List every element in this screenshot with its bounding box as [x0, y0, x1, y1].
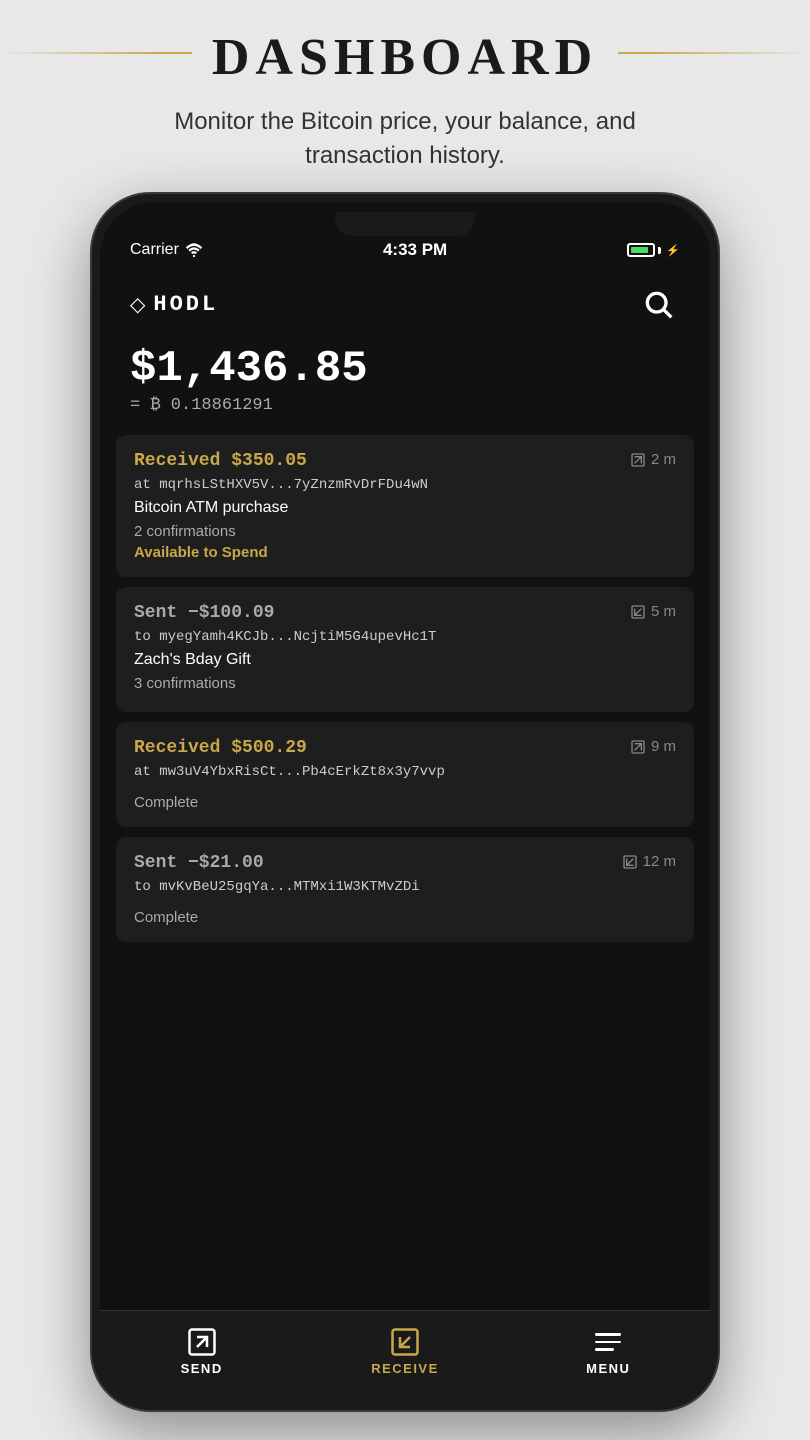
status-bar: Carrier 4:33 PM ⚡ [100, 236, 710, 268]
transaction-item-3[interactable]: Received $500.29 9 m at mw3uV4YbxRisCt..… [116, 722, 694, 827]
tx-time-label-1: 2 m [651, 451, 676, 468]
status-time: 4:33 PM [383, 240, 447, 260]
phone-screen: Carrier 4:33 PM ⚡ [100, 202, 710, 1402]
tx-time-4: 12 m [622, 853, 676, 870]
tx-row-top-4: Sent −$21.00 12 m [134, 853, 676, 873]
transaction-item-1[interactable]: Received $350.05 2 m at mqrhsLStHXV5V...… [116, 435, 694, 577]
tx-icon-2 [630, 604, 646, 620]
tx-confirmations-1: 2 confirmations [134, 523, 676, 540]
tx-time-2: 5 m [630, 603, 676, 620]
receive-nav-icon [390, 1327, 420, 1357]
hamburger-icon [595, 1333, 621, 1351]
page-title: DASHBOARD [192, 28, 618, 87]
tx-row-top-2: Sent −$100.09 5 m [134, 603, 676, 623]
tx-time-3: 9 m [630, 738, 676, 755]
nav-receive[interactable]: RECEIVE [303, 1321, 506, 1382]
tx-amount-2: Sent −$100.09 [134, 603, 274, 623]
bottom-nav: SEND RECEIVE [100, 1310, 710, 1402]
tx-address-1: at mqrhsLStHXV5V...7yZnzmRvDrFDu4wN [134, 477, 676, 493]
tx-row-top-3: Received $500.29 9 m [134, 738, 676, 758]
app-header: ◇ HODL [100, 268, 710, 336]
tx-label-1: Bitcoin ATM purchase [134, 499, 676, 517]
send-icon [187, 1327, 217, 1357]
nav-menu[interactable]: MENU [507, 1321, 710, 1382]
page-subtitle: Monitor the Bitcoin price, your balance,… [125, 105, 685, 172]
tx-address-4: to mvKvBeU25gqYa...MTMxi1W3KTMvZDi [134, 879, 676, 895]
notch-area [100, 202, 710, 236]
search-button[interactable] [636, 282, 680, 326]
page-header: DASHBOARD Monitor the Bitcoin price, you… [0, 0, 810, 192]
tx-label-2: Zach's Bday Gift [134, 651, 676, 669]
tx-time-1: 2 m [630, 451, 676, 468]
tx-status-3: Complete [134, 794, 676, 811]
phone-device: Carrier 4:33 PM ⚡ [90, 192, 720, 1412]
notch [335, 212, 475, 236]
logo-area: ◇ HODL [130, 292, 218, 317]
receive-icon [390, 1327, 420, 1357]
carrier-info: Carrier [130, 241, 203, 259]
tx-address-3: at mw3uV4YbxRisCt...Pb4cErkZt8x3y7vvp [134, 764, 676, 780]
tx-time-label-2: 5 m [651, 603, 676, 620]
balance-area: $1,436.85 = ₿ 0.18861291 [100, 336, 710, 435]
transaction-item-2[interactable]: Sent −$100.09 5 m to myegYamh4KCJb...Ncj… [116, 587, 694, 712]
tx-amount-4: Sent −$21.00 [134, 853, 264, 873]
transaction-item-4[interactable]: Sent −$21.00 12 m to mvKvBeU25gqYa...MTM… [116, 837, 694, 942]
battery-charging-icon: ⚡ [666, 244, 680, 257]
tx-icon-1 [630, 452, 646, 468]
balance-usd: $1,436.85 [130, 344, 680, 394]
logo-diamond-icon: ◇ [130, 292, 145, 317]
tx-time-label-3: 9 m [651, 738, 676, 755]
wifi-icon [185, 243, 203, 257]
logo-text: HODL [153, 292, 218, 317]
tx-icon-4 [622, 854, 638, 870]
tx-address-2: to myegYamh4KCJb...NcjtiM5G4upevHc1T [134, 629, 676, 645]
send-nav-icon [187, 1327, 217, 1357]
tx-confirmations-2: 3 confirmations [134, 675, 676, 692]
battery-body [627, 243, 655, 257]
send-nav-label: SEND [181, 1361, 223, 1376]
tx-amount-1: Received $350.05 [134, 451, 307, 471]
battery-fill [631, 247, 648, 253]
tx-icon-3 [630, 739, 646, 755]
app-content: ◇ HODL $1,436.85 = ₿ 0.18861291 [100, 268, 710, 1402]
menu-nav-icon [593, 1327, 623, 1357]
carrier-text: Carrier [130, 241, 179, 259]
tx-row-top-1: Received $350.05 2 m [134, 451, 676, 471]
tx-time-label-4: 12 m [643, 853, 676, 870]
menu-nav-label: MENU [586, 1361, 630, 1376]
search-icon [642, 288, 674, 320]
tx-amount-3: Received $500.29 [134, 738, 307, 758]
receive-nav-label: RECEIVE [371, 1361, 439, 1376]
nav-send[interactable]: SEND [100, 1321, 303, 1382]
battery-indicator: ⚡ [627, 243, 680, 257]
balance-btc: = ₿ 0.18861291 [130, 396, 680, 415]
battery-tip [658, 247, 661, 254]
tx-status-4: Complete [134, 909, 676, 926]
tx-status-1: Available to Spend [134, 544, 676, 561]
transactions-list: Received $350.05 2 m at mqrhsLStHXV5V...… [100, 435, 710, 1310]
